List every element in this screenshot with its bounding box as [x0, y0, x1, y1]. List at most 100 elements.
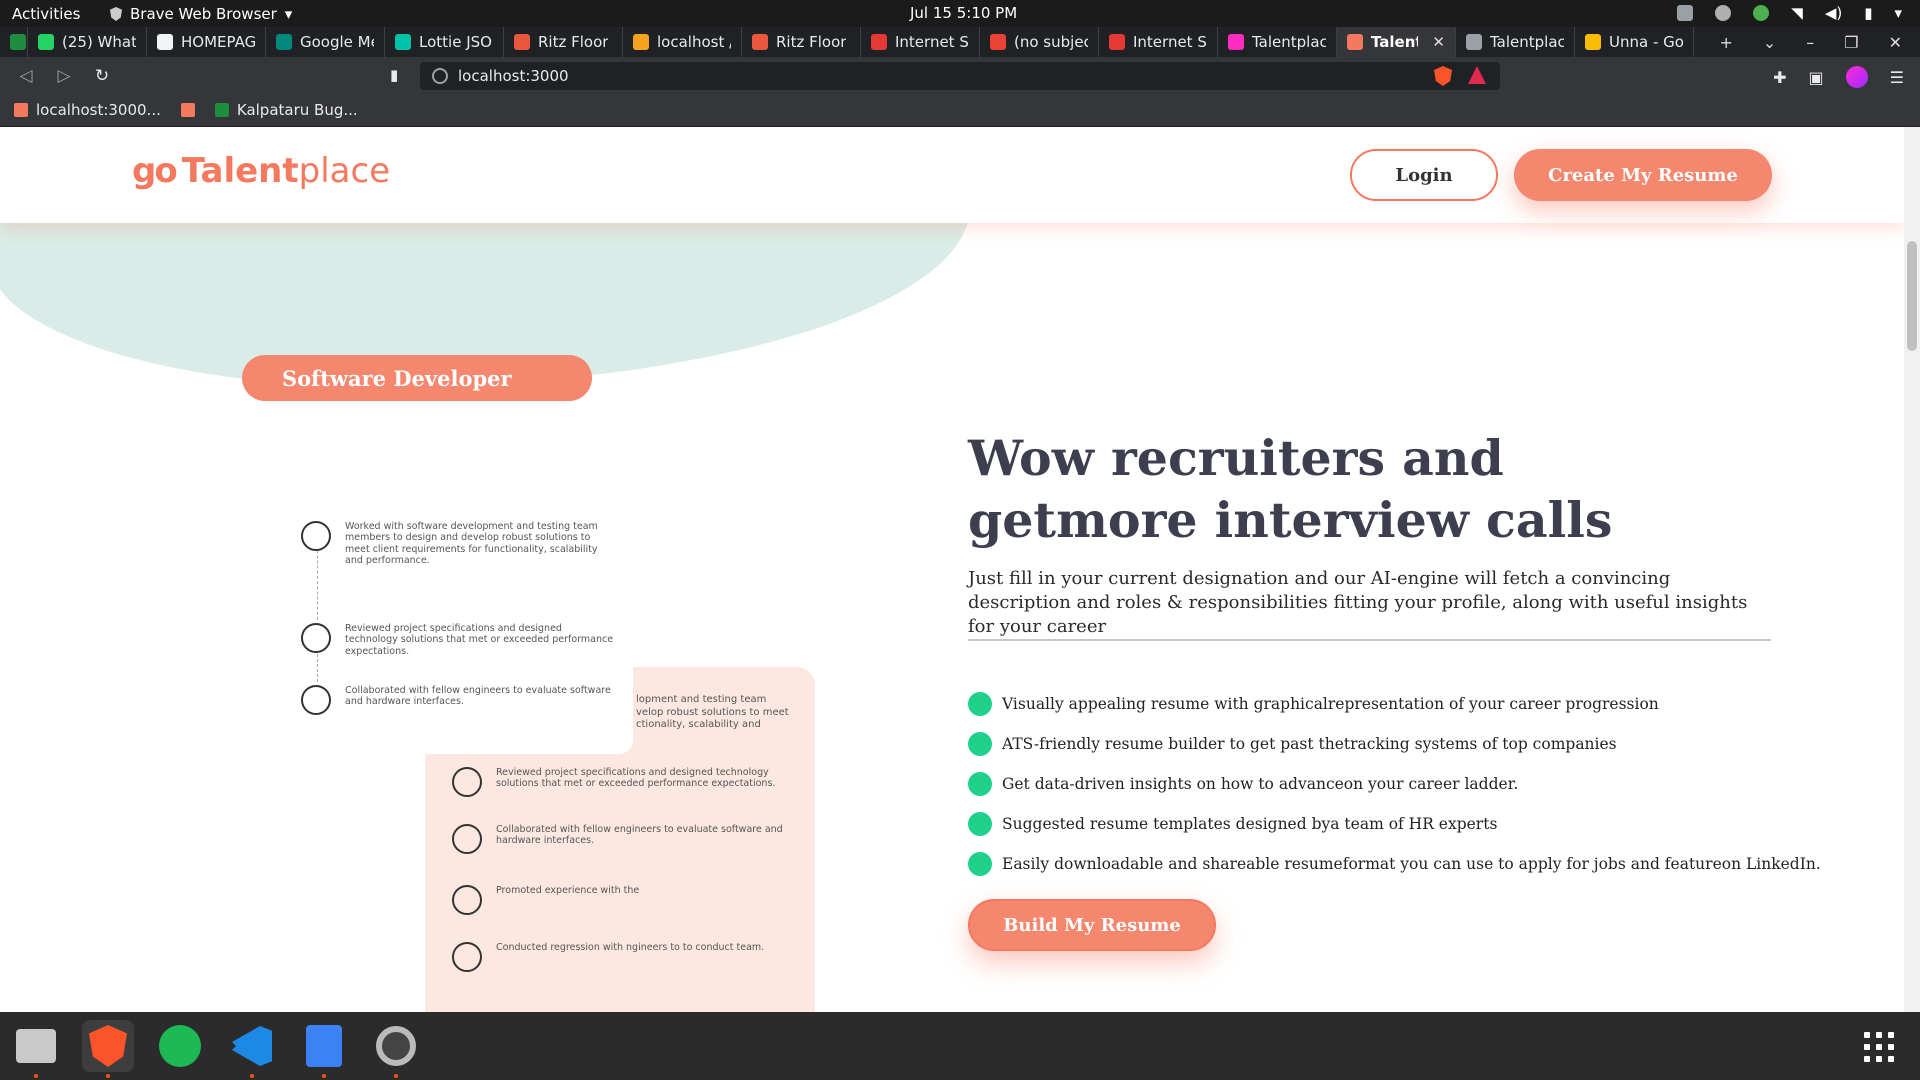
tab-label: Lottie JSON: [419, 33, 493, 51]
tab-label: Google Mee: [300, 33, 374, 51]
favicon-icon: [633, 34, 649, 50]
feature-item: Get data-driven insights on how to advan…: [968, 764, 1821, 804]
vscode-icon: [232, 1026, 272, 1066]
favicon-icon: [514, 34, 530, 50]
dock-item[interactable]: [226, 1020, 278, 1078]
new-tab-icon[interactable]: +: [1719, 33, 1732, 52]
slack-tray-icon: [1715, 5, 1732, 21]
toolbar-actions: ✚ ▣ ☰: [1773, 66, 1904, 88]
minimize-icon[interactable]: –: [1806, 33, 1814, 52]
reload-icon[interactable]: ↻: [90, 66, 114, 86]
chevron-down-icon: ▾: [284, 5, 293, 23]
tab[interactable]: Lottie JSON: [385, 27, 504, 57]
tab[interactable]: localhost / l: [623, 27, 742, 57]
timeline-circle-icon: [452, 824, 482, 854]
activities-button[interactable]: Activities: [12, 5, 80, 23]
tab-label: Internet Spe: [1133, 33, 1207, 51]
todo-icon: [306, 1025, 342, 1067]
timeline-item: Conducted regression with ngineers to to…: [452, 942, 796, 972]
tab-label: Unna - Goog: [1609, 33, 1683, 51]
login-button[interactable]: Login: [1350, 149, 1498, 201]
tab-label: Talentplace: [1252, 33, 1326, 51]
back-icon[interactable]: ◁: [14, 66, 38, 86]
power-menu-icon: ▾: [1894, 4, 1902, 22]
site-info-icon[interactable]: [432, 68, 448, 84]
tab[interactable]: Internet Spe: [1099, 27, 1218, 57]
forward-icon[interactable]: ▷: [52, 66, 76, 86]
bookmark-icon[interactable]: ▮: [390, 66, 398, 84]
dock-item[interactable]: [298, 1020, 350, 1078]
favicon-icon: [157, 34, 173, 50]
running-indicator: [394, 1074, 398, 1078]
maximize-icon[interactable]: ❐: [1844, 33, 1858, 52]
address-bar-url[interactable]: localhost:3000: [458, 67, 569, 85]
back-card-partial-text: lopment and testing team velop robust so…: [636, 694, 789, 730]
tab[interactable]: Talentplace: [1456, 27, 1575, 57]
bookmark-item[interactable]: localhost:3000...: [14, 101, 161, 119]
brave-shields-icon[interactable]: [1434, 66, 1452, 86]
tab-label: (no subject): [1014, 33, 1088, 51]
tab[interactable]: Internet Spe: [861, 27, 980, 57]
bookmark-item[interactable]: [180, 103, 195, 117]
running-indicator: [250, 1074, 254, 1078]
wifi-icon: ◥: [1791, 4, 1803, 22]
bookmarks-bar: localhost:3000... Kalpataru Bug...: [0, 94, 1920, 126]
bookmark-item[interactable]: Kalpataru Bug...: [214, 101, 358, 119]
timeline-circle-icon: [301, 623, 331, 653]
feature-item: Visually appealing resume with graphical…: [968, 684, 1821, 724]
favicon-icon: [38, 34, 54, 50]
shield-tray-icon: [1677, 5, 1694, 21]
talentplace-logo[interactable]: go Talent place: [132, 151, 390, 191]
tab[interactable]: Ritz Floor: [504, 27, 623, 57]
feature-text: Suggested resume templates designed bya …: [1002, 815, 1498, 833]
show-apps-icon[interactable]: [1864, 1032, 1894, 1062]
tab-active[interactable]: Talentpla ✕: [1337, 27, 1456, 57]
tab-search-icon[interactable]: ⌄: [1763, 33, 1776, 52]
scroll-thumb[interactable]: [1907, 241, 1917, 351]
extensions-icon[interactable]: ✚: [1773, 68, 1786, 87]
favicon-icon: [871, 34, 887, 50]
dock-item[interactable]: [82, 1020, 134, 1078]
logo-word-place: place: [298, 151, 391, 191]
spotify-icon: [159, 1025, 201, 1067]
tab[interactable]: Ritz Floor: [742, 27, 861, 57]
tab-label: Ritz Floor: [776, 33, 847, 51]
brave-rewards-icon[interactable]: [1468, 66, 1486, 84]
timeline-text: Reviewed project specifications and desi…: [496, 767, 776, 790]
profile-avatar[interactable]: [1845, 66, 1868, 88]
tab[interactable]: (no subject): [980, 27, 1099, 57]
close-window-icon[interactable]: ✕: [1889, 33, 1902, 52]
wallet-icon[interactable]: ▣: [1809, 68, 1824, 87]
close-tab-icon[interactable]: ✕: [1432, 33, 1445, 51]
bookmark-favicon-icon: [214, 103, 229, 117]
app-menu-label: Brave Web Browser: [130, 5, 277, 23]
system-top-bar: Activities Brave Web Browser ▾ Jul 15 5:…: [0, 0, 1920, 27]
bullet-dot-icon: [968, 772, 992, 796]
favicon-icon: [752, 34, 768, 50]
timeline-item: Reviewed project specifications and desi…: [452, 767, 796, 797]
tab[interactable]: Google Mee: [266, 27, 385, 57]
create-resume-button[interactable]: Create My Resume: [1514, 149, 1772, 201]
hero-subcopy: Just fill in your current designation an…: [968, 568, 1748, 637]
feature-text: Visually appealing resume with graphical…: [1002, 695, 1659, 713]
page-scrollbar[interactable]: [1904, 127, 1920, 1012]
dock-item[interactable]: [154, 1020, 206, 1072]
app-menu[interactable]: Brave Web Browser ▾: [110, 5, 292, 23]
favicon-icon: [276, 34, 292, 50]
dock-item[interactable]: [370, 1020, 422, 1078]
favicon-icon: [395, 34, 411, 50]
dock-item[interactable]: [10, 1020, 62, 1078]
tab[interactable]: Unna - Goog: [1575, 27, 1694, 57]
tab[interactable]: HOMEPAGE: [147, 27, 266, 57]
build-resume-button[interactable]: Build My Resume: [968, 899, 1216, 951]
favicon-icon: [1466, 34, 1482, 50]
menu-icon[interactable]: ☰: [1890, 68, 1904, 87]
system-tray[interactable]: ◥ ◀) ▮ ▾: [1677, 4, 1902, 22]
system-clock[interactable]: Jul 15 5:10 PM: [910, 4, 1017, 22]
address-bar[interactable]: localhost:3000: [420, 62, 1500, 90]
tab[interactable]: (25) WhatsA: [28, 27, 147, 57]
section-divider: [968, 639, 1771, 641]
tab-label: localhost / l: [657, 33, 731, 51]
tab[interactable]: Talentplace: [1218, 27, 1337, 57]
tab[interactable]: [0, 27, 28, 57]
